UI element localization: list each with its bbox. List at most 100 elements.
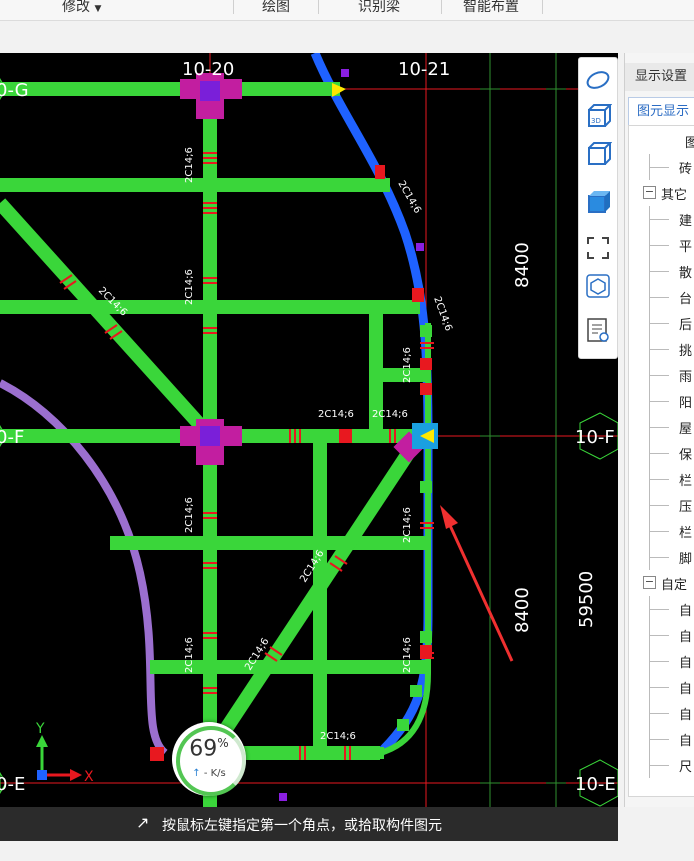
tree-line: [649, 661, 669, 662]
tree-row-label: 散: [679, 266, 693, 281]
tree-row-group[interactable]: − 其它: [629, 180, 694, 206]
tree-row-label: 自: [679, 656, 693, 671]
tree-row-leaf[interactable]: 自: [629, 726, 694, 752]
tab-element-display[interactable]: 图元显示: [628, 97, 694, 125]
tree-row-leaf[interactable]: 后: [629, 310, 694, 336]
beam-label: 2C14;6: [184, 637, 195, 673]
tree-line: [649, 167, 669, 168]
smart-layout-menu[interactable]: 智能布置: [463, 0, 519, 16]
collapse-toggle-icon[interactable]: −: [643, 576, 656, 589]
bottom-area: [0, 841, 694, 861]
tree-row-leaf[interactable]: 台: [629, 284, 694, 310]
panel-title: 显示设置: [625, 63, 694, 91]
axis-label-left: 0-F: [0, 427, 24, 448]
view-cube-icon[interactable]: [584, 272, 612, 300]
tree-row-leaf[interactable]: 栏: [629, 518, 694, 544]
tree-row-label: 其它: [661, 188, 688, 203]
tree-line: [649, 505, 669, 506]
tree-line: [649, 427, 669, 428]
tree-row-label: 建: [679, 214, 693, 229]
tree-row-header[interactable]: 图: [629, 128, 694, 154]
tree-row-leaf[interactable]: 阳: [629, 388, 694, 414]
tree-row-leaf[interactable]: 栏: [629, 466, 694, 492]
tree-row-group[interactable]: − 自定: [629, 570, 694, 596]
cube-icon[interactable]: [584, 140, 613, 168]
tree-row-leaf[interactable]: 自: [629, 622, 694, 648]
axis-label-top: 10-21: [398, 59, 450, 80]
tree-row-leaf[interactable]: 雨: [629, 362, 694, 388]
tree-row-leaf[interactable]: 屋: [629, 414, 694, 440]
element-tree-list[interactable]: 图砖−其它建平散台后挑雨阳屋保栏压栏脚−自定自自自自自自尺: [628, 125, 694, 797]
beam-label: 2C14;6: [320, 731, 356, 742]
tree-row-leaf[interactable]: 建: [629, 206, 694, 232]
tree-line: [649, 401, 669, 402]
modify-menu[interactable]: 修改 ▼: [62, 0, 101, 16]
properties-icon[interactable]: [584, 316, 612, 344]
tree-row-leaf[interactable]: 自: [629, 596, 694, 622]
identify-beam-menu[interactable]: 识别梁: [358, 0, 400, 16]
tree-row-label: 雨: [679, 370, 693, 385]
tree-line: [649, 531, 669, 532]
tree-row-leaf[interactable]: 尺: [629, 752, 694, 778]
tree-row-leaf[interactable]: 脚: [629, 544, 694, 570]
beam-label: 2C14;6: [184, 269, 195, 305]
axis-label-top: 10-20: [182, 59, 234, 80]
orbit-icon[interactable]: [584, 66, 612, 94]
tree-line: [649, 557, 669, 558]
tree-row-label: 阳: [679, 396, 693, 411]
drawing-tabs-strip: [0, 21, 694, 53]
toolbar-separator: [542, 0, 543, 14]
tree-row-leaf[interactable]: 压: [629, 492, 694, 518]
beam-label: 2C14;6: [372, 409, 408, 420]
drawing-canvas[interactable]: 10-20 10-21 0-G 0-F 0-E 10-F 10-E 8400 8…: [0, 53, 618, 807]
tree-row-leaf[interactable]: 自: [629, 648, 694, 674]
tree-row-leaf[interactable]: 保: [629, 440, 694, 466]
dim-label: 59500: [576, 571, 597, 628]
tree-line: [649, 349, 669, 350]
3d-view-icon[interactable]: 3D: [584, 102, 613, 130]
tree-row-label: 尺: [679, 760, 693, 775]
tree-line: [649, 453, 669, 454]
tree-row-leaf[interactable]: 自: [629, 674, 694, 700]
drawing-svg[interactable]: 10-20 10-21 0-G 0-F 0-E 10-F 10-E 8400 8…: [0, 53, 618, 807]
beam-label: 2C14;6: [431, 295, 454, 332]
tree-line: [649, 297, 669, 298]
tree-row-label: 脚: [679, 552, 693, 567]
zoom-extents-icon[interactable]: [584, 234, 612, 262]
toolbar-separator: [318, 0, 319, 14]
tree-row-leaf[interactable]: 挑: [629, 336, 694, 362]
network-speed-gauge[interactable]: 69% ↑ - K/s: [172, 722, 246, 796]
select-cursor-icon: ↗: [136, 813, 150, 832]
tree-row-label: 栏: [679, 526, 693, 541]
axis-label-left: 0-E: [0, 774, 25, 795]
command-status-bar: ↗ 按鼠标左键指定第一个角点，或拾取构件图元: [0, 807, 618, 841]
axis-label-right: 10-E: [575, 774, 616, 795]
tree-row-leaf[interactable]: 砖: [629, 154, 694, 180]
ucs-icon: [36, 735, 82, 781]
tree-line: [649, 245, 669, 246]
cube-filled-icon[interactable]: [584, 188, 612, 216]
tree-row-leaf[interactable]: 平: [629, 232, 694, 258]
tree-line: [649, 323, 669, 324]
display-settings-panel: 显示设置 图元显示 图砖−其它建平散台后挑雨阳屋保栏压栏脚−自定自自自自自自尺: [624, 53, 694, 807]
tree-line: [649, 609, 669, 610]
svg-text:3D: 3D: [591, 117, 601, 125]
tree-line: [649, 635, 669, 636]
tree-row-leaf[interactable]: 自: [629, 700, 694, 726]
tree-row-label: 台: [679, 292, 693, 307]
tree-line: [649, 479, 669, 480]
tree-row-label: 自: [679, 734, 693, 749]
dim-label: 8400: [512, 587, 533, 633]
tree-line: [649, 739, 669, 740]
tree-row-leaf[interactable]: 散: [629, 258, 694, 284]
ribbon-toolbar: 修改 ▼ 绘图 识别梁 智能布置: [0, 0, 694, 21]
dim-lines: [480, 53, 566, 807]
tree-row-label: 自: [679, 630, 693, 645]
tree-row-label: 平: [679, 240, 693, 255]
collapse-toggle-icon[interactable]: −: [643, 186, 656, 199]
gauge-speed: ↑ - K/s: [192, 768, 226, 779]
toolbar-separator: [441, 0, 442, 14]
draw-menu[interactable]: 绘图: [262, 0, 290, 16]
tree-row-label: 自定: [661, 578, 688, 593]
dim-label: 8400: [512, 242, 533, 288]
